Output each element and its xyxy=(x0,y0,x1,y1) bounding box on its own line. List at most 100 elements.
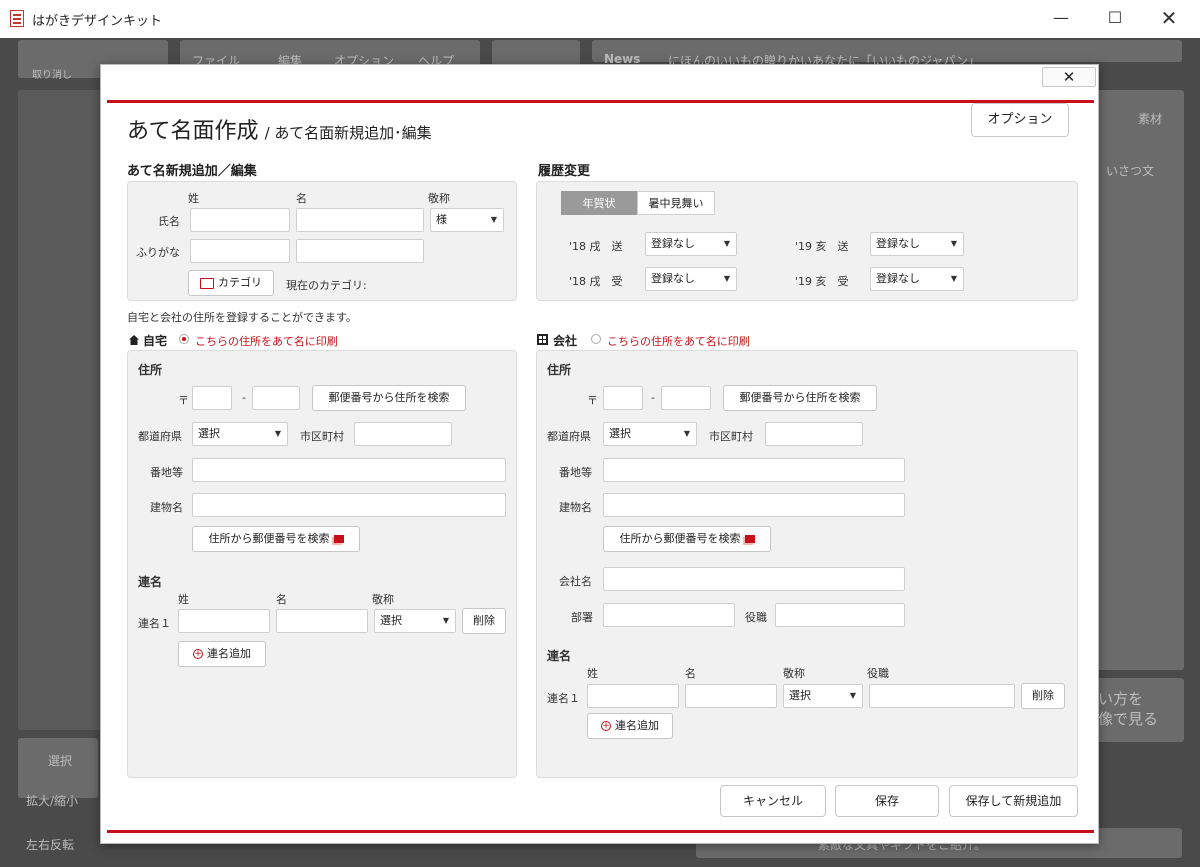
company-department-input[interactable] xyxy=(603,603,735,627)
window-close-button[interactable]: ✕ xyxy=(1146,0,1192,38)
maximize-button[interactable]: ☐ xyxy=(1092,0,1138,38)
chevron-down-icon: ▼ xyxy=(950,239,957,248)
home-add-joint-label: 連名追加 xyxy=(207,647,251,660)
home-street-input[interactable] xyxy=(192,458,506,482)
company-add-joint-button[interactable]: + 連名追加 xyxy=(587,713,673,739)
company-street-input[interactable] xyxy=(603,458,905,482)
company-joint-honorific-select[interactable]: 選択 ▼ xyxy=(783,684,863,708)
home-joint-last-input[interactable] xyxy=(178,609,270,633)
company-city-label: 市区町村 xyxy=(709,430,753,443)
company-name-input[interactable] xyxy=(603,567,905,591)
house-icon xyxy=(129,335,139,345)
last-name-kana-input[interactable] xyxy=(190,239,290,263)
entry-box: 姓 名 敬称 氏名 様 ▼ ふりがな カテゴリ 現在のカテゴリ: xyxy=(127,181,517,301)
bg-zoom-label: 拡大/縮小 xyxy=(26,794,79,808)
honorific-value: 様 xyxy=(436,213,447,226)
home-label: 自宅 xyxy=(143,334,168,348)
home-zip-second-input[interactable] xyxy=(252,386,300,410)
company-building-label: 建物名 xyxy=(559,501,592,514)
home-prefecture-select[interactable]: 選択 ▼ xyxy=(192,422,288,446)
history-select-3[interactable]: 登録なし ▼ xyxy=(645,267,737,291)
entry-section-title: あて名新規追加／編集 xyxy=(127,164,257,179)
bg-howto-line2: 像で見る xyxy=(1098,710,1159,728)
dialog-close-button[interactable]: ✕ xyxy=(1042,67,1096,87)
last-name-input[interactable] xyxy=(190,208,290,232)
home-print-option[interactable]: こちらの住所をあて名に印刷 xyxy=(195,333,338,349)
company-joint-first-input[interactable] xyxy=(685,684,777,708)
cancel-button[interactable]: キャンセル xyxy=(720,785,826,817)
company-prefecture-select[interactable]: 選択 ▼ xyxy=(603,422,697,446)
company-print-radio[interactable] xyxy=(591,334,601,344)
company-zip-second-input[interactable] xyxy=(661,386,711,410)
history-row-label-2: '19 亥 送 xyxy=(795,240,849,253)
history-select-4[interactable]: 登録なし ▼ xyxy=(870,267,964,291)
tab-new-year[interactable]: 年賀状 xyxy=(561,191,637,215)
minimize-button[interactable]: — xyxy=(1038,0,1084,38)
history-row-label-3: '18 戌 受 xyxy=(569,275,623,288)
company-zip-first-input[interactable] xyxy=(603,386,643,410)
chevron-down-icon: ▼ xyxy=(723,274,730,283)
home-city-input[interactable] xyxy=(354,422,452,446)
company-department-label: 部署 xyxy=(571,611,593,624)
category-button[interactable]: カテゴリ xyxy=(188,270,274,296)
history-select-2[interactable]: 登録なし ▼ xyxy=(870,232,964,256)
plus-icon: + xyxy=(193,649,203,659)
home-zip-search-button[interactable]: 郵便番号から住所を検索 xyxy=(312,385,466,411)
company-joint-heading: 連名 xyxy=(547,649,572,663)
company-joint-delete-button[interactable]: 削除 xyxy=(1021,683,1065,709)
company-zip-search-button[interactable]: 郵便番号から住所を検索 xyxy=(723,385,877,411)
category-button-label: カテゴリ xyxy=(218,276,262,289)
home-addr-to-zip-button[interactable]: 住所から郵便番号を検索 xyxy=(192,526,360,552)
tab-summer[interactable]: 暑中見舞い xyxy=(637,191,715,215)
home-joint-honorific-select[interactable]: 選択 ▼ xyxy=(374,609,456,633)
company-joint-last-input[interactable] xyxy=(587,684,679,708)
home-print-radio[interactable] xyxy=(179,334,189,344)
history-select-1-value: 登録なし xyxy=(651,237,695,250)
address-note: 自宅と会社の住所を登録することができます。 xyxy=(127,311,357,324)
folder-icon xyxy=(200,277,214,289)
home-joint-heading: 連名 xyxy=(138,575,163,589)
company-city-input[interactable] xyxy=(765,422,863,446)
home-joint-delete-button[interactable]: 削除 xyxy=(462,608,506,634)
history-select-4-value: 登録なし xyxy=(876,272,920,285)
company-addr-to-zip-label: 住所から郵便番号を検索 xyxy=(619,532,741,545)
company-addr-to-zip-button[interactable]: 住所から郵便番号を検索 xyxy=(603,526,771,552)
home-building-input[interactable] xyxy=(192,493,506,517)
history-select-2-value: 登録なし xyxy=(876,237,920,250)
home-joint-first-input[interactable] xyxy=(276,609,368,633)
company-joint-position-input[interactable] xyxy=(869,684,1015,708)
company-joint-col-last: 姓 xyxy=(587,667,598,680)
first-name-input[interactable] xyxy=(296,208,424,232)
options-button[interactable]: オプション xyxy=(971,103,1069,137)
honorific-select[interactable]: 様 ▼ xyxy=(430,208,504,232)
company-add-joint-label: 連名追加 xyxy=(615,719,659,732)
bg-undo-label: 取り消し xyxy=(32,70,72,81)
entry-row-kana: ふりがな xyxy=(136,246,180,259)
home-prefecture-value: 選択 xyxy=(198,427,220,440)
home-joint-col-honorific: 敬称 xyxy=(372,593,394,606)
first-name-kana-input[interactable] xyxy=(296,239,424,263)
company-postal-mark: 〒 xyxy=(587,394,598,407)
company-label: 会社 xyxy=(553,334,578,348)
home-joint-col-last: 姓 xyxy=(178,593,189,606)
company-prefecture-label: 都道府県 xyxy=(547,430,591,443)
save-button[interactable]: 保存 xyxy=(835,785,939,817)
bg-howto-line1: い方を xyxy=(1098,690,1144,708)
address-dialog: ✕ あて名面作成 / あて名面新規追加･編集 オプション あて名新規追加／編集 姓… xyxy=(100,64,1099,844)
app-icon xyxy=(10,10,24,27)
save-and-new-button[interactable]: 保存して新規追加 xyxy=(949,785,1078,817)
company-building-input[interactable] xyxy=(603,493,905,517)
history-select-1[interactable]: 登録なし ▼ xyxy=(645,232,737,256)
home-postal-dash: - xyxy=(242,391,246,404)
home-add-joint-button[interactable]: + 連名追加 xyxy=(178,641,266,667)
bg-select-label: 選択 xyxy=(48,754,73,768)
company-postal-dash: - xyxy=(651,391,655,404)
chevron-down-icon: ▼ xyxy=(274,429,281,438)
history-row-label-4: '19 亥 受 xyxy=(795,275,849,288)
home-joint-row: 連名１ xyxy=(138,617,171,630)
history-select-3-value: 登録なし xyxy=(651,272,695,285)
company-address-heading: 住所 xyxy=(547,363,572,377)
home-zip-first-input[interactable] xyxy=(192,386,232,410)
company-print-option[interactable]: こちらの住所をあて名に印刷 xyxy=(607,333,750,349)
company-position-input[interactable] xyxy=(775,603,905,627)
